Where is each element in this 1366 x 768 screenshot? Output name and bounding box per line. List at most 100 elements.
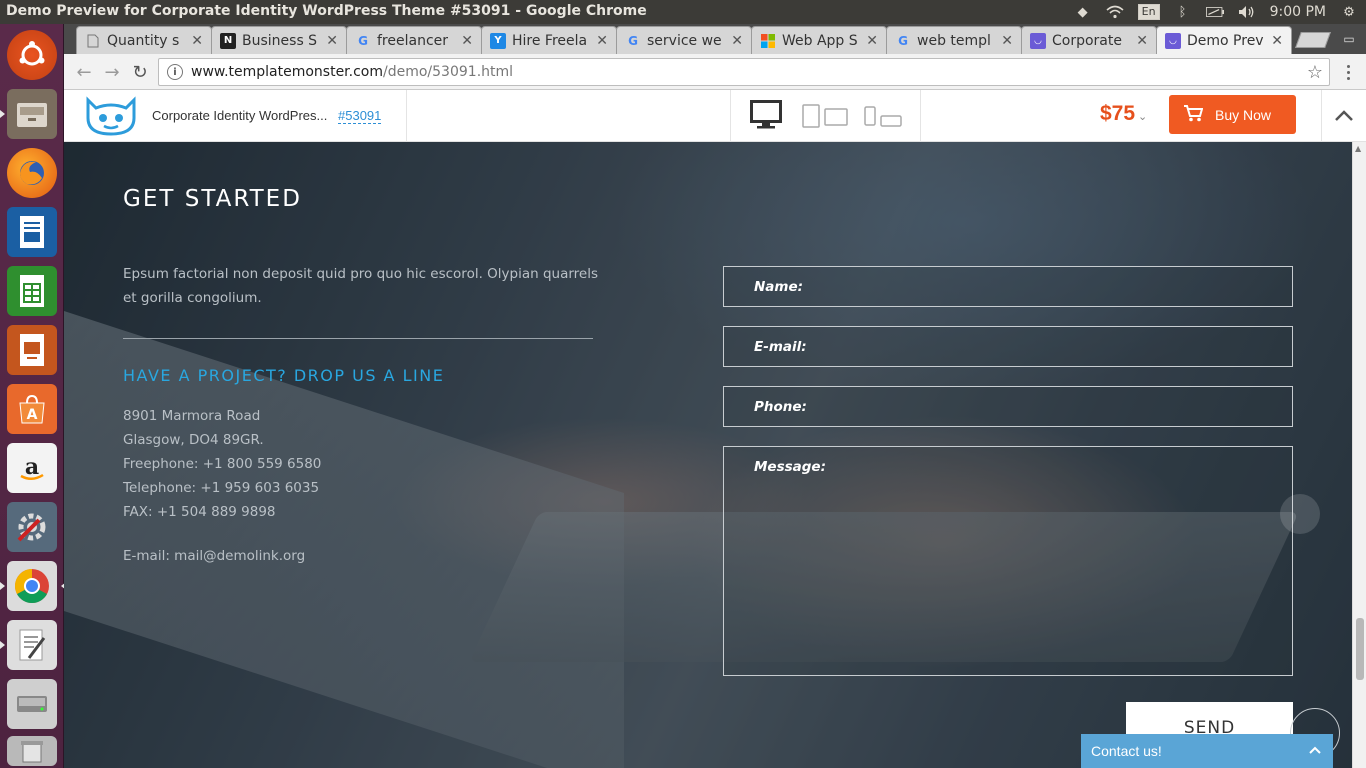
email-field[interactable]: E-mail:	[723, 326, 1293, 367]
tab-corporate[interactable]: ◡ Corporate ✕	[1021, 26, 1157, 54]
browser-tab-strip: Quantity s ✕ N Business S ✕ G freelancer…	[64, 24, 1366, 54]
svg-text:a: a	[25, 454, 39, 480]
window-controls-icon[interactable]: ▭	[1336, 26, 1362, 52]
tab-label: Web App S	[782, 32, 858, 49]
tab-service-web[interactable]: G service we ✕	[616, 26, 752, 54]
contact-email[interactable]: E-mail: mail@demolink.org	[123, 548, 305, 564]
desktop-view-icon[interactable]	[750, 100, 782, 134]
tab-close-icon[interactable]: ✕	[866, 33, 878, 49]
trash-icon[interactable]	[7, 736, 57, 766]
google-favicon-icon: G	[898, 33, 908, 48]
tab-close-icon[interactable]: ✕	[1001, 33, 1013, 49]
theme-id-link[interactable]: #53091	[338, 108, 382, 124]
microsoft-favicon-icon	[760, 33, 776, 49]
amazon-icon[interactable]: a	[7, 443, 57, 493]
phone-landscape-icon[interactable]	[880, 112, 902, 131]
window-title: Demo Preview for Corporate Identity Word…	[6, 3, 647, 19]
decorative-circle	[1280, 494, 1320, 534]
tab-label: Quantity s	[107, 32, 180, 49]
tablet-landscape-icon[interactable]	[824, 108, 848, 130]
chevron-up-icon	[1335, 110, 1353, 121]
tab-close-icon[interactable]: ✕	[596, 33, 608, 49]
tab-web-app[interactable]: Web App S ✕	[751, 26, 887, 54]
firefox-icon[interactable]	[7, 148, 57, 198]
settings-gear-icon[interactable]: ⚙	[1340, 5, 1358, 20]
info-icon[interactable]: i	[167, 64, 183, 80]
bookmark-star-icon[interactable]: ☆	[1307, 62, 1323, 83]
tab-label: Corporate	[1052, 32, 1122, 49]
price-value: $75	[1100, 102, 1136, 125]
text-editor-icon[interactable]	[0, 620, 57, 670]
tab-freelancer[interactable]: G freelancer ✕	[346, 26, 482, 54]
name-field[interactable]: Name:	[723, 266, 1293, 307]
forward-icon[interactable]: →	[100, 60, 124, 84]
contact-us-widget[interactable]: Contact us!	[1081, 734, 1333, 768]
collapse-header-button[interactable]	[1321, 90, 1366, 142]
system-settings-icon[interactable]	[7, 502, 57, 552]
tab-label: freelancer	[377, 32, 449, 49]
address-line: Glasgow, DO4 89GR.	[123, 432, 264, 448]
templatemonster-favicon-icon: ◡	[1165, 32, 1181, 49]
volume-icon[interactable]	[1238, 5, 1256, 19]
chevron-down-icon: ⌄	[1138, 111, 1148, 123]
chevron-up-icon[interactable]	[1309, 743, 1321, 757]
divider	[406, 90, 407, 142]
chrome-menu-icon[interactable]	[1342, 60, 1354, 84]
message-label: Message:	[754, 459, 826, 475]
message-field[interactable]: Message:	[723, 446, 1293, 676]
tab-demo-preview[interactable]: ◡ Demo Prev ✕	[1156, 26, 1292, 54]
impress-icon[interactable]	[7, 325, 57, 375]
tab-label: web templ	[917, 32, 991, 49]
tab-close-icon[interactable]: ✕	[191, 33, 203, 49]
dropbox-icon[interactable]: ◆	[1074, 5, 1092, 20]
page-scrollbar[interactable]: ▲	[1352, 142, 1366, 768]
phone-field[interactable]: Phone:	[723, 386, 1293, 427]
wifi-icon[interactable]	[1106, 5, 1124, 19]
tab-close-icon[interactable]: ✕	[461, 33, 473, 49]
files-icon[interactable]	[0, 89, 57, 139]
n-favicon-icon: N	[220, 32, 236, 49]
buy-now-button[interactable]: Buy Now	[1169, 95, 1296, 134]
y-favicon-icon: Y	[490, 32, 506, 49]
price-dropdown[interactable]: $75 ⌄	[1100, 102, 1147, 126]
tab-close-icon[interactable]: ✕	[1136, 33, 1148, 49]
tab-quantity[interactable]: Quantity s ✕	[76, 26, 212, 54]
keyboard-language-indicator[interactable]: En	[1137, 4, 1160, 20]
bluetooth-icon[interactable]: ᛒ	[1174, 5, 1192, 20]
system-clock[interactable]: 9:00 PM	[1270, 4, 1326, 20]
tab-close-icon[interactable]: ✕	[1271, 33, 1283, 49]
contact-us-label: Contact us!	[1091, 743, 1162, 759]
software-center-icon[interactable]: A	[7, 384, 57, 434]
tab-web-template[interactable]: G web templ ✕	[886, 26, 1022, 54]
back-icon[interactable]: ←	[72, 60, 96, 84]
templatemonster-logo-icon[interactable]	[84, 96, 138, 136]
scroll-up-arrow-icon[interactable]: ▲	[1355, 144, 1361, 153]
tablet-portrait-icon[interactable]	[802, 104, 820, 132]
tab-hire-freelancer[interactable]: Y Hire Freela ✕	[481, 26, 617, 54]
phone-portrait-icon[interactable]	[864, 106, 876, 130]
writer-icon[interactable]	[7, 207, 57, 257]
project-heading: HAVE A PROJECT? DROP US A LINE	[123, 366, 445, 385]
address-bar[interactable]: i www.templatemonster.com/demo/53091.htm…	[158, 58, 1330, 86]
battery-icon[interactable]	[1205, 5, 1224, 19]
url-host: www.templatemonster.com	[191, 64, 384, 80]
disk-drive-icon[interactable]	[7, 679, 57, 729]
chrome-icon[interactable]	[0, 561, 66, 611]
contact-address: 8901 Marmora Road Glasgow, DO4 89GR. Fre…	[123, 404, 321, 524]
scrollbar-thumb[interactable]	[1356, 618, 1364, 680]
new-tab-button[interactable]	[1295, 32, 1331, 48]
tab-close-icon[interactable]: ✕	[326, 33, 338, 49]
demo-page: GET STARTED Epsum factorial non deposit …	[64, 142, 1352, 768]
section-title: GET STARTED	[123, 186, 302, 212]
ubuntu-dash-icon[interactable]	[7, 30, 57, 80]
tab-close-icon[interactable]: ✕	[731, 33, 743, 49]
tab-label: Demo Prev	[1187, 32, 1264, 49]
tab-business[interactable]: N Business S ✕	[211, 26, 347, 54]
calc-icon[interactable]	[7, 266, 57, 316]
divider	[920, 90, 921, 142]
email-label: E-mail:	[754, 339, 807, 355]
phone-line: Freephone: +1 800 559 6580	[123, 456, 322, 472]
reload-icon[interactable]: ↻	[128, 60, 152, 84]
document-favicon-icon	[85, 33, 101, 49]
browser-toolbar: ← → ↻ i www.templatemonster.com/demo/530…	[64, 54, 1366, 90]
